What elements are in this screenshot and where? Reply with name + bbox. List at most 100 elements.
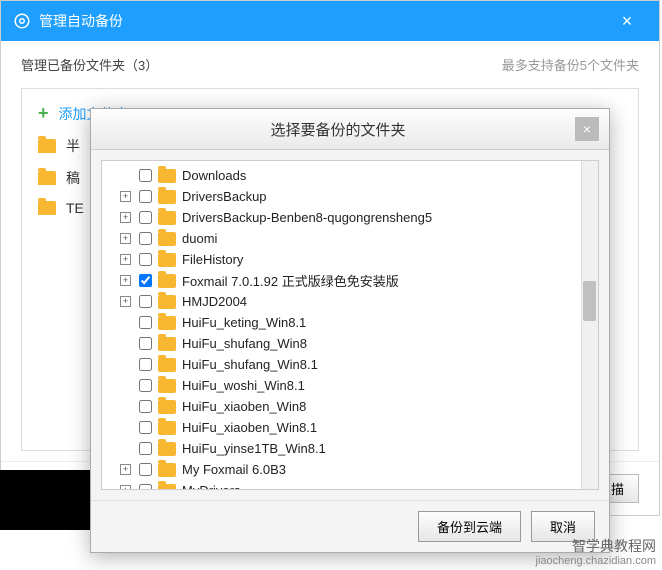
tree-checkbox[interactable]	[139, 337, 152, 350]
tree-checkbox[interactable]	[139, 295, 152, 308]
expander-icon	[120, 443, 131, 454]
tree-row[interactable]: HuiFu_xiaoben_Win8.1	[102, 417, 598, 438]
tree-checkbox[interactable]	[139, 232, 152, 245]
tree-checkbox[interactable]	[139, 379, 152, 392]
folder-name: 稿	[66, 168, 80, 188]
scrollbar[interactable]	[581, 161, 598, 489]
folder-picker-modal: 选择要备份的文件夹 × Downloads+DriversBackup+Driv…	[90, 108, 610, 553]
tree-row[interactable]: +DriversBackup	[102, 186, 598, 207]
tree-label: duomi	[182, 231, 217, 246]
folder-icon	[158, 421, 176, 435]
folder-icon	[158, 463, 176, 477]
tree-checkbox[interactable]	[139, 421, 152, 434]
folder-icon	[38, 201, 56, 215]
tree-row[interactable]: HuiFu_shufang_Win8	[102, 333, 598, 354]
tree-label: My Foxmail 6.0B3	[182, 462, 286, 477]
tree-label: DriversBackup-Benben8-qugongrensheng5	[182, 210, 432, 225]
tree-row[interactable]: HuiFu_keting_Win8.1	[102, 312, 598, 333]
tree-checkbox[interactable]	[139, 211, 152, 224]
expander-icon	[120, 401, 131, 412]
tree-checkbox[interactable]	[139, 169, 152, 182]
folder-icon	[158, 253, 176, 267]
gear-icon	[13, 12, 31, 30]
tree-label: Downloads	[182, 168, 246, 183]
tree-row[interactable]: + My Foxmail 6.0B3	[102, 459, 598, 480]
tree-label: HuiFu_woshi_Win8.1	[182, 378, 305, 393]
tree-label: HuiFu_xiaoben_Win8.1	[182, 420, 317, 435]
expander-icon[interactable]: +	[120, 296, 131, 307]
tree-checkbox[interactable]	[139, 442, 152, 455]
folder-icon	[158, 232, 176, 246]
folder-icon	[38, 171, 56, 185]
watermark-line1: 智学典教程网	[536, 538, 656, 555]
watermark: 智学典教程网 jiaocheng.chazidian.com	[536, 538, 656, 568]
close-icon[interactable]: ×	[607, 1, 647, 41]
tree-row[interactable]: + MyDrivers	[102, 480, 598, 490]
folder-name: 半	[66, 136, 80, 156]
modal-title: 选择要备份的文件夹	[101, 119, 575, 140]
tree-row[interactable]: + FileHistory	[102, 249, 598, 270]
tree-row[interactable]: Downloads	[102, 165, 598, 186]
tree-container: Downloads+DriversBackup+DriversBackup-Be…	[101, 160, 599, 490]
tree-row[interactable]: HuiFu_xiaoben_Win8	[102, 396, 598, 417]
expander-icon[interactable]: +	[120, 275, 131, 286]
tree-checkbox[interactable]	[139, 358, 152, 371]
expander-icon[interactable]: +	[120, 464, 131, 475]
tree-label: MyDrivers	[182, 483, 241, 490]
tree-label: HuiFu_yinse1TB_Win8.1	[182, 441, 326, 456]
expander-icon[interactable]: +	[120, 485, 131, 490]
folder-icon	[158, 295, 176, 309]
tree-row[interactable]: HuiFu_woshi_Win8.1	[102, 375, 598, 396]
backup-button[interactable]: 备份到云端	[418, 511, 521, 542]
tree-row[interactable]: + duomi	[102, 228, 598, 249]
expander-icon	[120, 422, 131, 433]
managed-count-label: 管理已备份文件夹（3）	[21, 55, 158, 74]
expander-icon	[120, 338, 131, 349]
tree-row[interactable]: HuiFu_shufang_Win8.1	[102, 354, 598, 375]
expander-icon[interactable]: +	[120, 233, 131, 244]
folder-tree: Downloads+DriversBackup+DriversBackup-Be…	[102, 161, 598, 490]
tree-row[interactable]: + HMJD2004	[102, 291, 598, 312]
tree-label: HuiFu_xiaoben_Win8	[182, 399, 306, 414]
folder-icon	[158, 484, 176, 491]
tree-checkbox[interactable]	[139, 463, 152, 476]
subheader: 管理已备份文件夹（3） 最多支持备份5个文件夹	[1, 41, 659, 88]
folder-icon	[158, 400, 176, 414]
tree-row[interactable]: + Foxmail 7.0.1.92 正式版绿色免安装版	[102, 270, 598, 291]
folder-icon	[38, 139, 56, 153]
max-hint: 最多支持备份5个文件夹	[502, 55, 639, 74]
tree-checkbox[interactable]	[139, 316, 152, 329]
plus-icon: +	[38, 103, 49, 124]
folder-icon	[158, 169, 176, 183]
tree-label: HuiFu_keting_Win8.1	[182, 315, 306, 330]
tree-label: HuiFu_shufang_Win8	[182, 336, 307, 351]
modal-close-icon[interactable]: ×	[575, 117, 599, 141]
folder-icon	[158, 442, 176, 456]
tree-checkbox[interactable]	[139, 400, 152, 413]
expander-icon	[120, 380, 131, 391]
folder-icon	[158, 211, 176, 225]
folder-icon	[158, 316, 176, 330]
expander-icon[interactable]: +	[120, 212, 131, 223]
folder-icon	[158, 190, 176, 204]
scrollbar-thumb[interactable]	[583, 281, 596, 321]
folder-icon	[158, 274, 176, 288]
titlebar: 管理自动备份 ×	[1, 1, 659, 41]
tree-checkbox[interactable]	[139, 484, 152, 490]
tree-checkbox[interactable]	[139, 253, 152, 266]
expander-icon[interactable]: +	[120, 191, 131, 202]
expander-icon	[120, 359, 131, 370]
window-title: 管理自动备份	[39, 11, 607, 31]
tree-label: HuiFu_shufang_Win8.1	[182, 357, 318, 372]
tree-label: Foxmail 7.0.1.92 正式版绿色免安装版	[182, 271, 399, 290]
folder-name: TE	[66, 200, 84, 216]
expander-icon	[120, 317, 131, 328]
tree-row[interactable]: + DriversBackup-Benben8-qugongrensheng5	[102, 207, 598, 228]
black-band	[0, 470, 100, 530]
expander-icon[interactable]: +	[120, 254, 131, 265]
tree-label: FileHistory	[182, 252, 243, 267]
tree-label: HMJD2004	[182, 294, 247, 309]
tree-checkbox[interactable]	[139, 274, 152, 287]
tree-row[interactable]: HuiFu_yinse1TB_Win8.1	[102, 438, 598, 459]
tree-checkbox[interactable]	[139, 190, 152, 203]
